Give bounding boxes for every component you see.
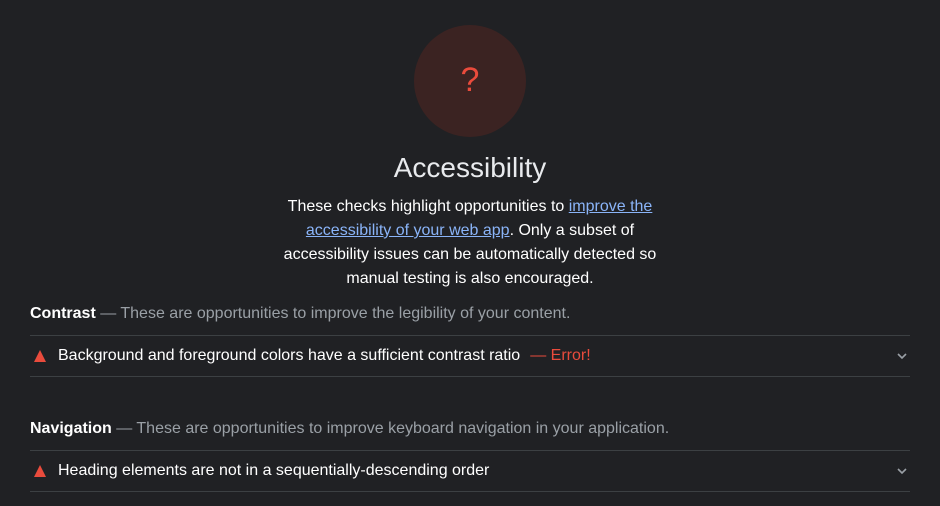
category-title: Accessibility [393,152,547,183]
description-text-before: These checks highlight opportunities to [287,198,569,215]
warning-triangle-icon [34,465,46,477]
category-description: These checks highlight opportunities to … [275,195,665,291]
group-title: Contrast [30,305,96,322]
audit-row-heading-order[interactable]: Heading elements are not in a sequential… [30,450,910,492]
score-error-glyph: ? [460,61,480,99]
group-title: Navigation [30,420,112,437]
chevron-down-icon[interactable] [896,350,908,362]
score-gauge: ? [414,25,526,137]
audit-title: Heading elements are not in a sequential… [58,462,490,479]
group-description: — These are opportunities to improve key… [111,420,670,437]
audit-title: Background and foreground colors have a … [58,347,521,364]
warning-triangle-icon [34,350,46,362]
group-header-navigation: Navigation — These are opportunities to … [30,418,910,440]
audit-row-color-contrast[interactable]: Background and foreground colors have a … [30,335,910,377]
group-description: — These are opportunities to improve the… [95,305,571,322]
accessibility-report: ? Accessibility These checks highlight o… [0,0,940,506]
chevron-down-icon[interactable] [896,465,908,477]
group-header-contrast: Contrast — These are opportunities to im… [30,303,910,325]
audit-error-label: — Error! [530,347,591,364]
